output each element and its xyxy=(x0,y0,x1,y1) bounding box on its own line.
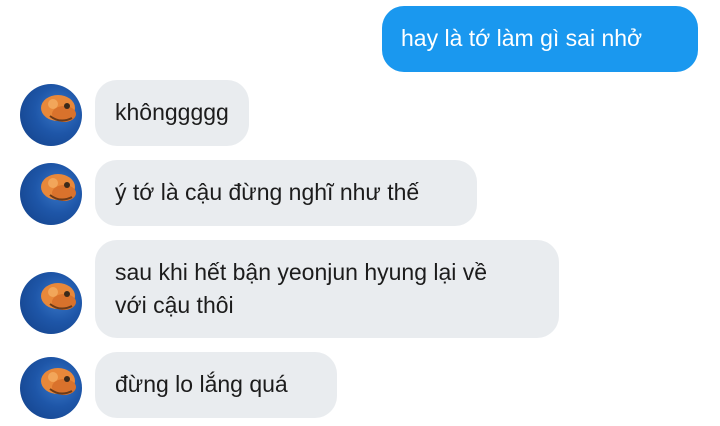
incoming-message-bubble[interactable]: đừng lo lắng quá xyxy=(95,352,337,418)
chat-thread: hay là tớ làm gì sai nhở khônggggg ý tớ … xyxy=(0,0,720,426)
incoming-message-bubble[interactable]: khônggggg xyxy=(95,80,249,146)
incoming-message-bubble[interactable]: ý tớ là cậu đừng nghĩ như thế xyxy=(95,160,477,226)
avatar[interactable] xyxy=(20,84,82,146)
message-text: ý tớ là cậu đừng nghĩ như thế xyxy=(115,179,420,205)
avatar[interactable] xyxy=(20,163,82,225)
avatar[interactable] xyxy=(20,272,82,334)
incoming-message-bubble[interactable]: sau khi hết bận yeonjun hyung lại về với… xyxy=(95,240,559,338)
message-text-line2: với cậu thôi xyxy=(115,292,234,318)
message-text: sau khi hết bận yeonjun hyung lại về xyxy=(115,259,488,285)
message-text: đừng lo lắng quá xyxy=(115,371,288,397)
message-text: khônggggg xyxy=(115,99,229,125)
outgoing-message-bubble[interactable]: hay là tớ làm gì sai nhở xyxy=(382,6,698,72)
avatar[interactable] xyxy=(20,357,82,419)
profile-avatar-icon xyxy=(41,368,76,395)
profile-avatar-icon xyxy=(41,283,76,310)
message-text: hay là tớ làm gì sai nhở xyxy=(401,25,643,51)
profile-avatar-icon xyxy=(41,174,76,201)
profile-avatar-icon xyxy=(41,95,76,122)
